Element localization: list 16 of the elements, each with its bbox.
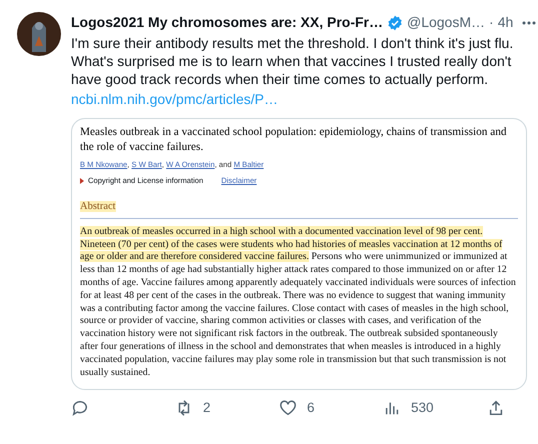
article-title: Measles outbreak in a vaccinated school population: epidemiology, chains of transmission and the role of vaccine failures. bbox=[80, 125, 508, 154]
retweet-count: 2 bbox=[203, 399, 211, 418]
triangle-icon bbox=[80, 178, 84, 184]
user-handle[interactable]: @LogosM… bbox=[406, 12, 486, 33]
separator-dot: · bbox=[489, 13, 494, 32]
reply-icon[interactable] bbox=[71, 399, 89, 418]
timestamp[interactable]: 4h bbox=[498, 12, 514, 33]
like-count: 6 bbox=[307, 399, 315, 418]
abstract-heading: Abstract bbox=[80, 200, 116, 212]
heart-icon[interactable] bbox=[279, 399, 297, 418]
abstract-text: An outbreak of measles occurred in a high school with a documented vaccination level of 98 per cent. Nineteen (70 per cent) of the cases were students who had histories of measles vaccination at 12 months of age or older and are therefore considered vaccine failures. Persons who were unimmunized or immunized at less than 12 months of age had substantially higher attack rates compared to those immunized on or after 12 months of age. Vaccine failures among apparently adequately vaccinated individuals were sources of infection for at least 48 per cent of the cases in the outbreak. There was no evidence to suggest that waning immunity was a contributing factor among the vaccine failures. Close contact with cases of measles in the high school, source or provider of vaccine, sharing common activities or classes with cases, and verification of the vaccination history were not significant risk factors in the outbreak. The outbreak subsided spontaneously after four generations of illness in the school and demonstrates that when measles is introduced in a highly vaccinated population, vaccine failures may play some role in transmission but that such transmission is not usually sustained. bbox=[80, 226, 517, 380]
tweet-text: I'm sure their antibody results met the threshold. I don't think it's just flu. What's surprised me is to learn when that vaccines I trusted really don't have good track records when their time comes to actually perform. bbox=[71, 34, 514, 88]
article-card[interactable] bbox=[71, 118, 527, 390]
display-name[interactable]: Logos2021 My chromosomes are: XX, Pro-Fr… bbox=[71, 12, 383, 33]
share-icon[interactable] bbox=[487, 399, 505, 418]
views-count: 530 bbox=[411, 399, 434, 418]
